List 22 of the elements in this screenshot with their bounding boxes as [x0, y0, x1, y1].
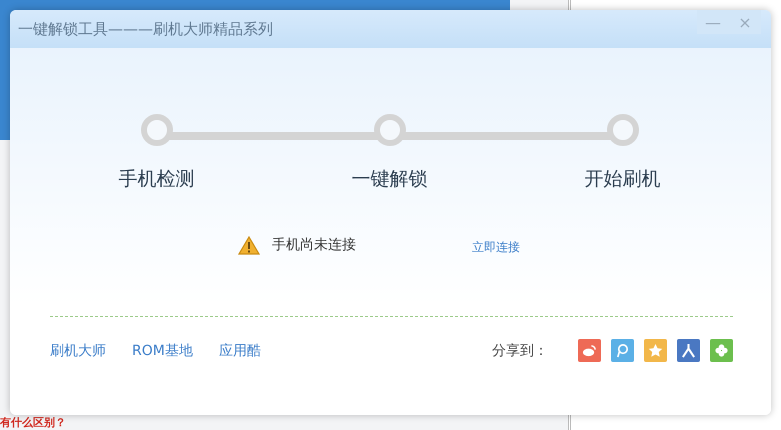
footer-link[interactable]: ROM基地 [132, 342, 193, 360]
window-title: 一键解锁工具———刷机大师精品系列 [18, 20, 274, 38]
step-label: 开始刷机 [584, 167, 660, 192]
footer-link[interactable]: 应用酷 [218, 342, 261, 360]
connect-link[interactable]: 立即连接 [472, 238, 520, 256]
share-label: 分享到： [492, 342, 548, 360]
background-headline: 有什么区别？ [0, 417, 66, 429]
share-button[interactable] [644, 339, 667, 362]
step-label: 手机检测 [118, 167, 194, 192]
share-button[interactable] [677, 339, 700, 362]
star-icon [648, 343, 663, 358]
clover-icon [714, 343, 729, 358]
share-button[interactable] [710, 339, 733, 362]
footer-link[interactable]: 刷机大师 [50, 342, 106, 360]
status-message: 手机尚未连接 [272, 236, 357, 254]
warning-icon [238, 236, 260, 254]
step-marker [140, 114, 172, 146]
step-marker [606, 114, 638, 146]
step-label: 一键解锁 [352, 167, 428, 192]
share-button[interactable] [611, 339, 634, 362]
share-button[interactable] [578, 339, 601, 362]
person-icon [681, 343, 696, 358]
